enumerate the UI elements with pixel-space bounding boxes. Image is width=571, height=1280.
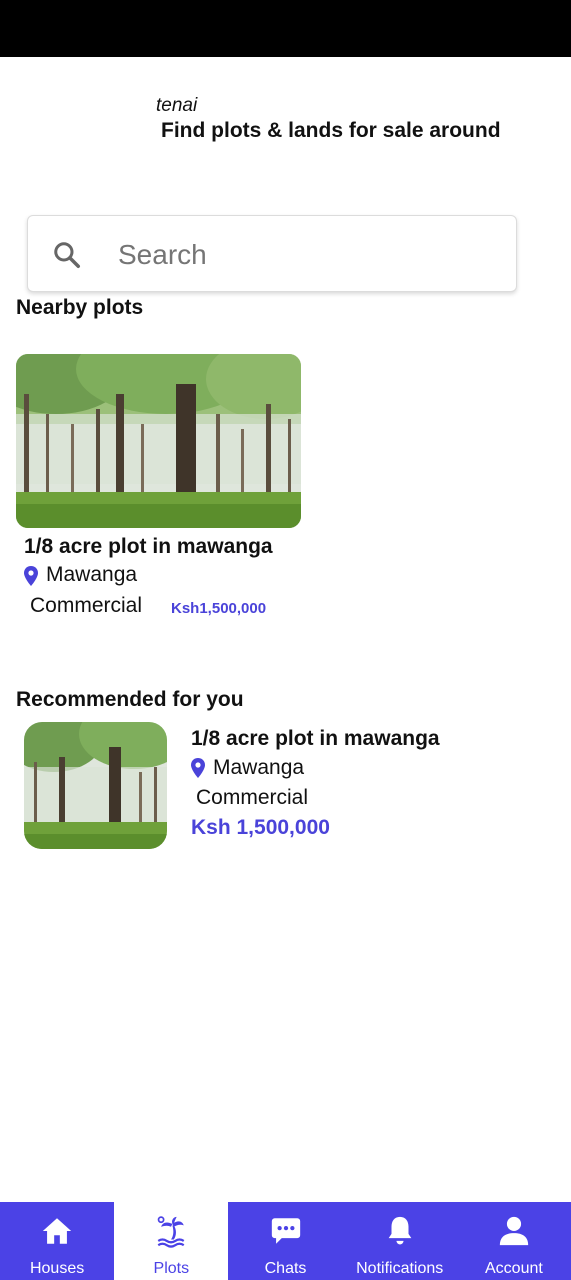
nav-account[interactable]: Account [457,1202,571,1280]
search-bar[interactable] [27,215,517,292]
nav-label: Notifications [356,1260,444,1277]
location-pin-icon [191,758,205,778]
brand-name: tenai [156,95,198,116]
recommended-plot-title[interactable]: 1/8 acre plot in mawanga [191,727,440,751]
nav-label: Chats [264,1260,307,1277]
nav-label: Plots [153,1260,190,1277]
recommended-plot-price: Ksh 1,500,000 [191,816,330,839]
location-pin-icon [24,566,38,586]
nearby-plot-photo[interactable] [16,354,301,528]
nav-label: Account [485,1260,543,1277]
nearby-plot-type: Commercial [30,594,143,617]
nav-notifications[interactable]: Notifications [343,1202,457,1280]
status-bar [0,0,571,57]
nav-plots[interactable]: Plots [114,1202,229,1280]
house-icon [42,1218,72,1244]
bell-icon [388,1216,412,1245]
recommended-plot-photo[interactable] [24,722,167,849]
search-icon [54,242,80,268]
nav-houses[interactable]: Houses [0,1202,114,1280]
recommended-plot-location: Mawanga [213,756,305,779]
nav-label: Houses [29,1260,85,1277]
nearby-plots-heading: Nearby plots [16,296,144,319]
nearby-plot-location: Mawanga [46,563,138,586]
palm-island-icon [157,1216,185,1248]
recommended-heading: Recommended for you [16,688,244,711]
bottom-navigation: Houses Plots Chats Notifications Account [0,1202,571,1280]
page-tagline: Find plots & lands for sale around [161,119,501,142]
nav-chats[interactable]: Chats [228,1202,342,1280]
nearby-plot-title[interactable]: 1/8 acre plot in mawanga [24,535,273,559]
nearby-plot-price: Ksh1,500,000 [171,600,267,617]
search-input[interactable] [116,232,500,278]
chat-icon [271,1218,300,1244]
person-icon [499,1216,529,1246]
recommended-plot-type: Commercial [196,786,309,809]
